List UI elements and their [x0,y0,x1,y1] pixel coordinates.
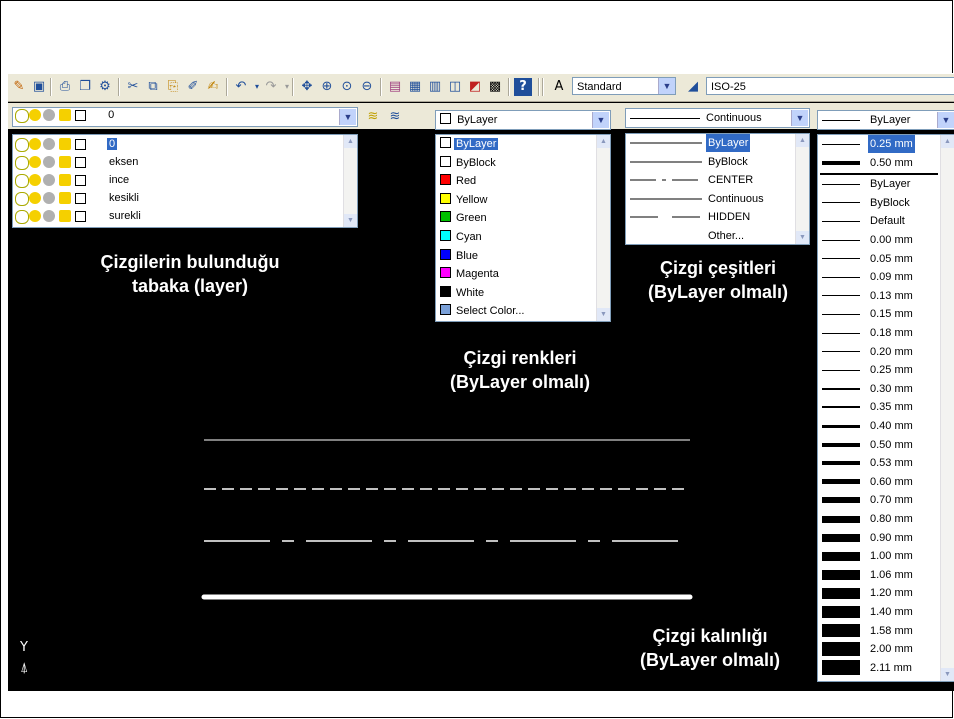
ucs-icon: ⍋ [20,660,29,676]
ucs-y-label: Y [20,640,28,655]
sample-lines [201,439,693,600]
